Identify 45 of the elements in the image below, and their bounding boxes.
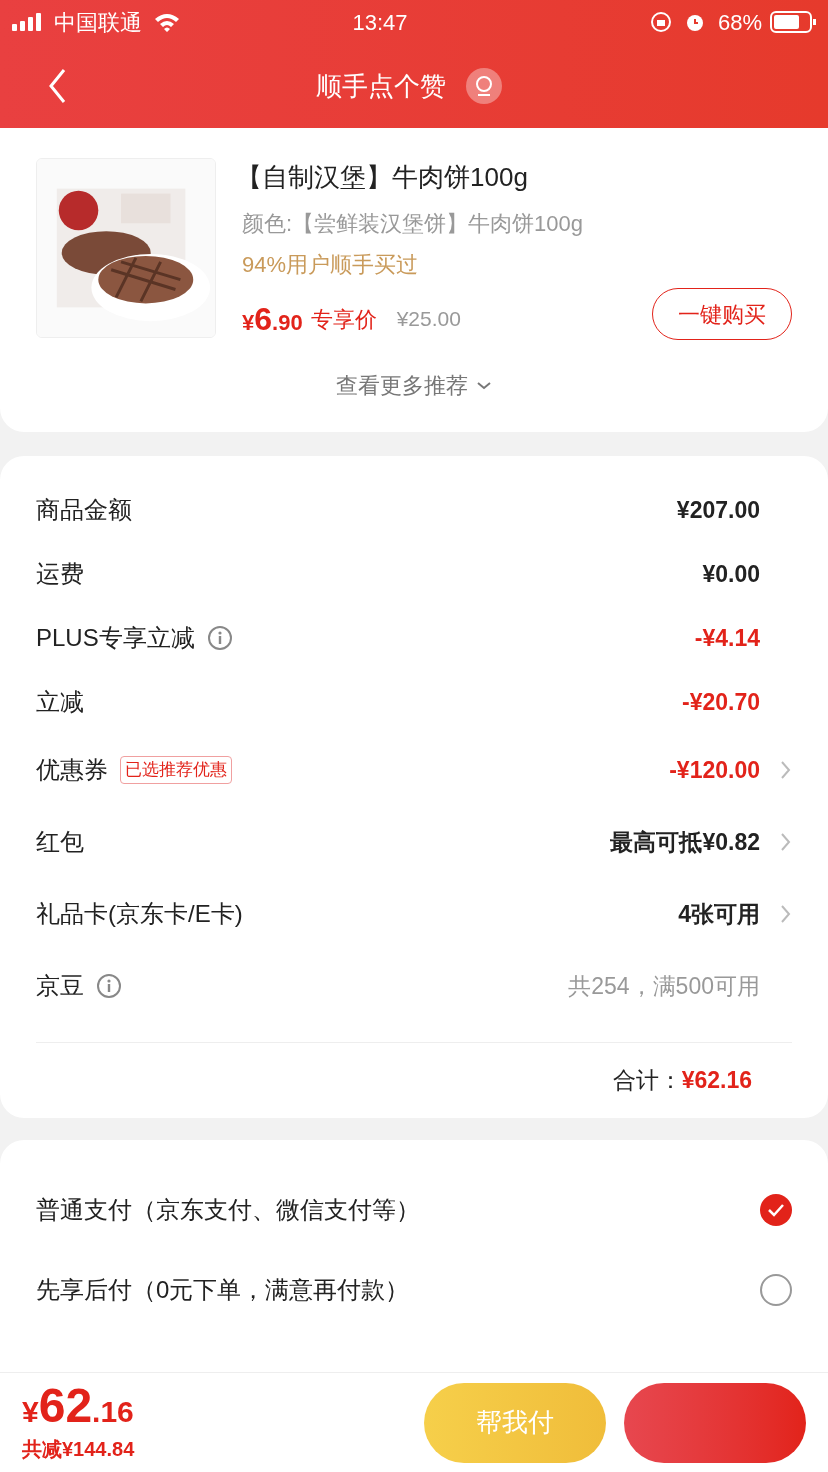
product-variant: 颜色:【尝鲜装汉堡饼】牛肉饼100g [242,210,585,238]
chevron-down-icon [476,380,492,391]
price-tag: 专享价 [310,302,377,336]
summary-label: 红包 [36,827,84,857]
payment-option[interactable]: 普通支付（京东支付、微信支付等） [36,1169,792,1250]
summary-label: 立减 [36,687,84,717]
total-value: ¥62.16 [681,1066,752,1095]
summary-value: -¥20.70 [682,687,760,717]
product-price: ¥6.90 [242,300,303,339]
checkmark-icon [767,1202,785,1217]
purchase-rate: 94%用户顺手买过 [242,251,420,279]
summary-label: 优惠券 [36,755,108,785]
total-saved: 共减¥144.84 [22,1436,135,1462]
summary-value: -¥4.14 [694,623,760,653]
payment-option[interactable]: 先享后付（0元下单，满意再付款） [36,1249,792,1330]
battery-percent: 68% [717,8,762,37]
battery-icon [770,11,816,33]
page-title: 顺手点个赞 [316,69,446,103]
summary-label: 礼品卡(京东卡/E卡) [36,899,243,929]
summary-label: PLUS专享立减 [36,623,195,653]
summary-value: -¥120.00 [669,755,760,785]
checked-radio[interactable] [760,1193,792,1226]
summary-value: 4张可用 [678,899,760,929]
original-price: ¥25.00 [396,306,461,333]
clock-time: 13:47 [351,8,409,37]
summary-value: ¥207.00 [676,495,760,525]
carrier-name: 中国联通 [54,8,142,37]
summary-value: 最高可抵¥0.82 [610,827,760,857]
total-label: 合计： [612,1066,682,1095]
back-icon[interactable] [48,68,66,104]
more-recommendations-link[interactable]: 查看更多推荐 [336,369,492,402]
total-price: ¥62.16 [22,1381,135,1430]
summary-label: 商品金额 [36,495,132,525]
location-pin-icon[interactable] [466,68,502,104]
wifi-icon [154,12,180,32]
summary-label: 运费 [36,559,84,589]
summary-value: ¥0.00 [702,559,760,589]
summary-value: 共254，满500可用 [568,971,760,1001]
unchecked-radio[interactable] [760,1273,792,1306]
product-title: 【自制汉堡】牛肉饼100g [236,161,529,194]
rotation-lock-icon [649,11,672,33]
info-icon[interactable] [96,973,122,999]
info-icon[interactable] [206,625,233,651]
coupon-badge: 已选推荐优惠 [120,756,232,784]
summary-label: 京豆 [36,971,84,1001]
